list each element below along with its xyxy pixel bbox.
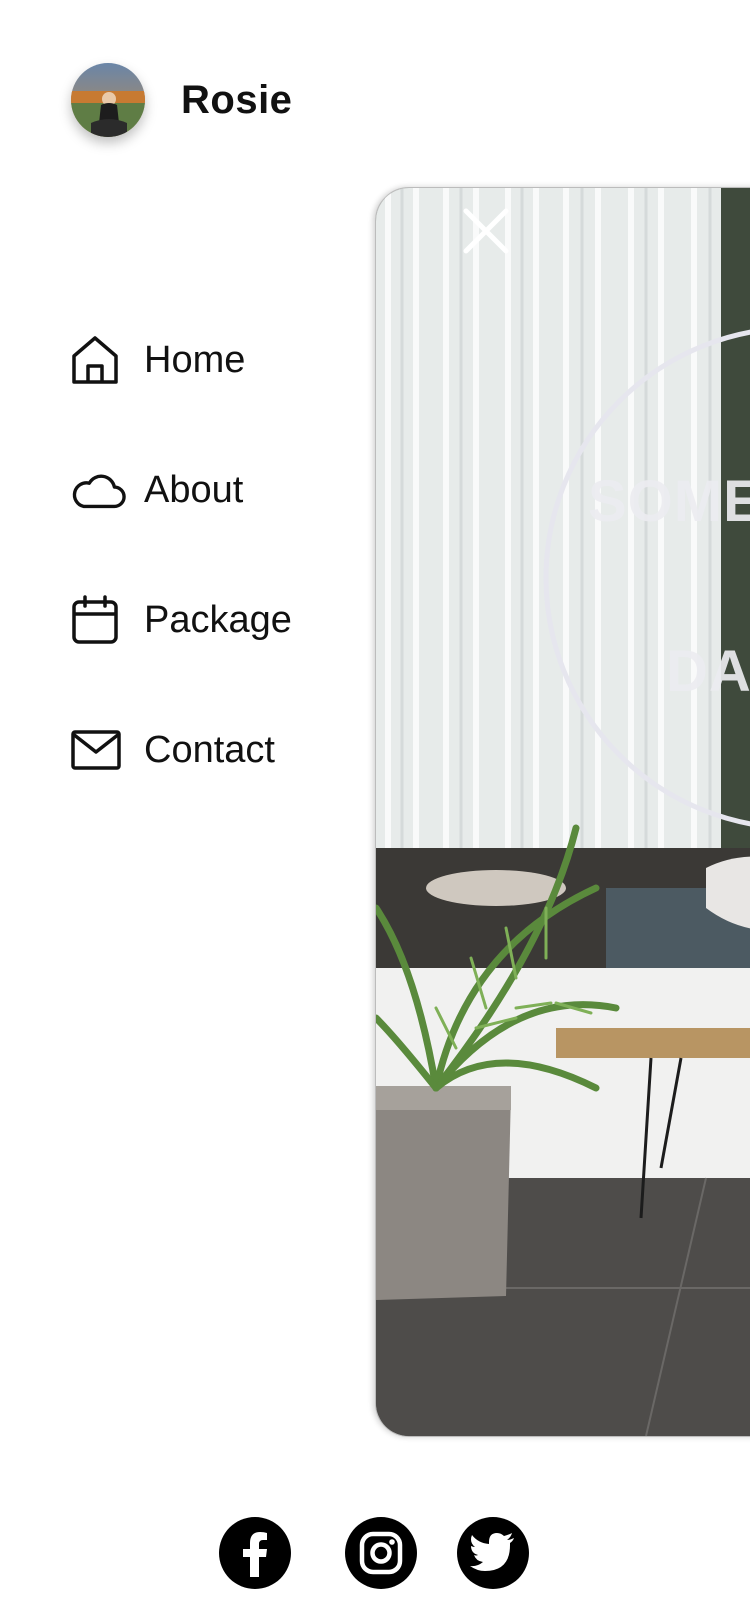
- menu-label-about: About: [144, 468, 244, 511]
- menu-label-package: Package: [144, 598, 292, 641]
- instagram-icon: [359, 1531, 403, 1575]
- twitter-icon: [470, 1533, 514, 1571]
- app-screen: Rosie Home About Package Contact SOME DA: [0, 0, 750, 1622]
- mail-icon: [70, 722, 126, 778]
- menu-item-package[interactable]: Package: [70, 555, 360, 685]
- cafe-photo: [376, 188, 750, 1436]
- profile-name: Rosie: [181, 77, 293, 122]
- social-links: [0, 1517, 750, 1593]
- menu-item-about[interactable]: About: [70, 425, 360, 555]
- avatar[interactable]: [71, 63, 145, 137]
- instagram-button[interactable]: [345, 1517, 417, 1589]
- side-menu: Home About Package Contact: [70, 295, 360, 815]
- facebook-icon: [243, 1532, 267, 1577]
- menu-label-contact: Contact: [144, 728, 275, 771]
- main-content-preview[interactable]: SOME DA: [375, 187, 750, 1437]
- sign-text-top: SOME: [588, 469, 750, 534]
- close-icon: [463, 208, 509, 254]
- profile-header: Rosie: [71, 63, 292, 137]
- menu-item-home[interactable]: Home: [70, 295, 360, 425]
- home-icon: [70, 332, 126, 388]
- facebook-button[interactable]: [219, 1517, 291, 1589]
- close-menu-button[interactable]: [460, 205, 512, 257]
- menu-label-home: Home: [144, 338, 246, 381]
- sign-text-bottom: DA: [666, 639, 750, 704]
- menu-item-contact[interactable]: Contact: [70, 685, 360, 815]
- cloud-icon: [70, 462, 126, 518]
- twitter-button[interactable]: [457, 1517, 529, 1589]
- calendar-icon: [70, 592, 126, 648]
